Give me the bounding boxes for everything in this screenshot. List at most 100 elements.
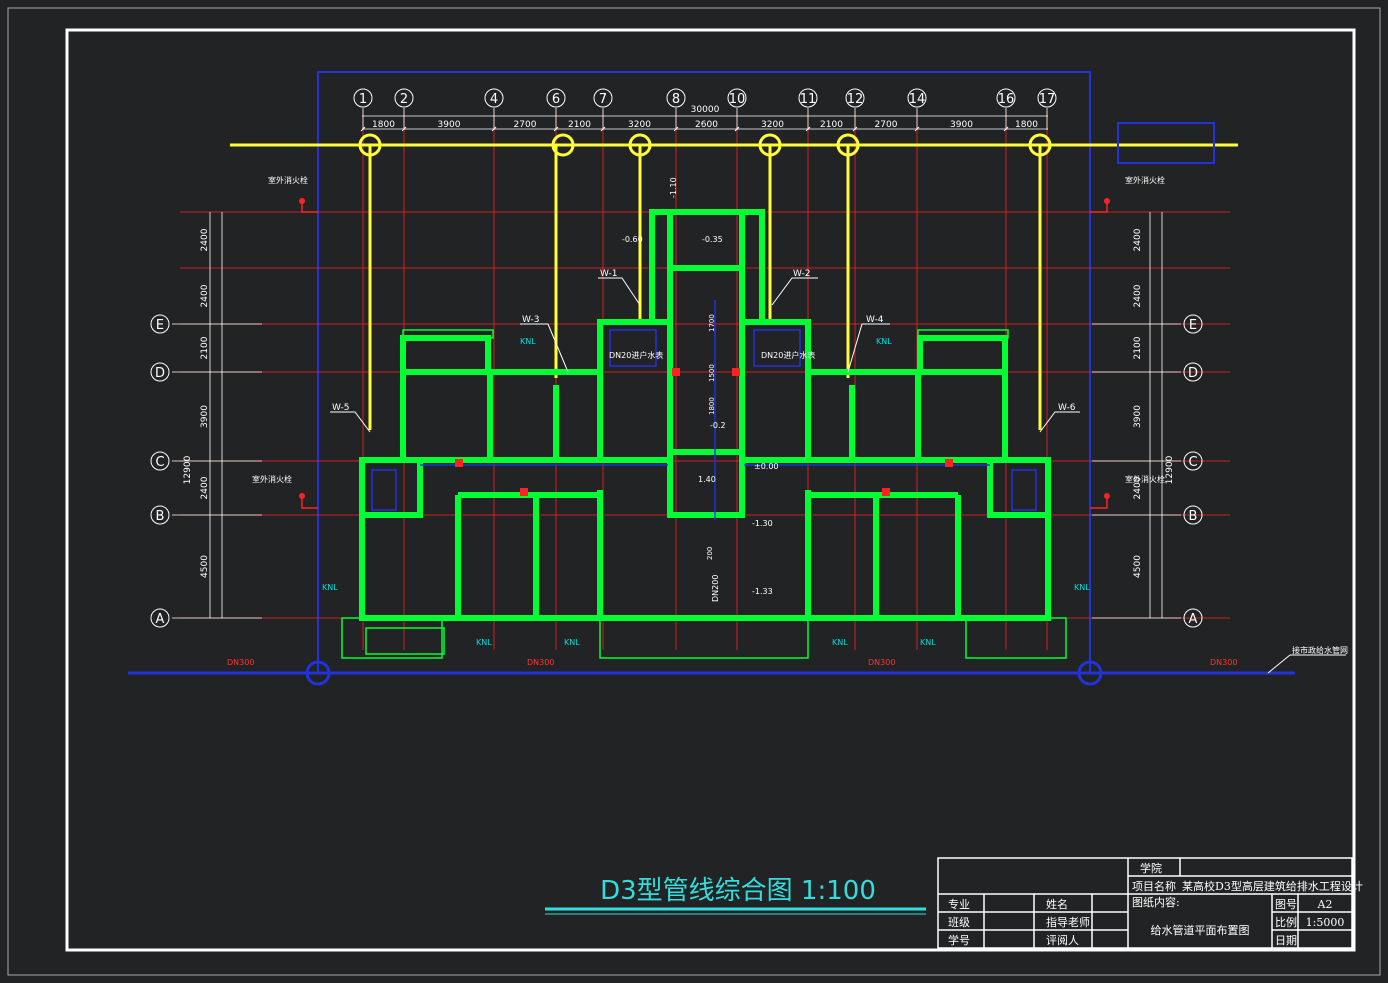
tb-date-label: 日期 [1275,934,1297,947]
dim-text-side: 2400 [1133,228,1143,251]
dim-text-top: 2100 [568,120,591,130]
interior-blue-pipes [371,300,1037,520]
dim-text-side: 2400 [1133,284,1143,307]
tb-school: 学院 [1140,861,1162,875]
dn300-label-3: DN300 [868,658,895,667]
city-pipe-label: 接市政给水管网 [1292,645,1348,655]
level-6: -1.33 [752,587,773,596]
knl-8: KNL [920,638,936,647]
dim-text-side: 3900 [1133,405,1143,428]
tb-name: 姓名 [1046,897,1068,911]
dn300-label-2: DN300 [527,658,554,667]
axis-label-top: 17 [1039,92,1056,107]
hydrant-label-3: 室外消火栓 [1125,175,1165,185]
grid-lines-horizontal [180,211,1230,619]
riser-w4: W-4 [866,315,884,325]
knl-5: KNL [476,638,492,647]
dimension-lines [209,115,1163,618]
knl-2: KNL [876,337,892,346]
axis-label-side: D [1188,366,1198,381]
axis-label-side: E [1189,318,1197,333]
dim-text-top: 3900 [438,120,461,130]
knl-3: KNL [322,583,338,592]
axis-label-side: E [156,318,164,333]
yellow-supply-pipes [230,133,1238,430]
axis-label-top: 8 [672,92,680,107]
riser-leaders [330,277,1080,433]
dn300-main [128,654,1346,686]
tb-project-value: 某高校D3型高层建筑给排水工程设计 [1182,879,1363,893]
level-2: -0.60 [622,235,643,244]
dim-text-side: 3900 [200,405,210,428]
knl-7: KNL [832,638,848,647]
axis-label-top: 16 [998,92,1015,107]
knl-6: KNL [564,638,580,647]
dn20-left: DN20进户水表 [609,350,663,360]
drawing-title: D3型管线综合图 1:100 [600,876,876,906]
axis-label-top: 4 [490,92,498,107]
tb-student-no: 学号 [948,933,970,947]
dim-text-top: 2700 [875,120,898,130]
level-9: 200 [706,547,714,560]
grid-lines-vertical [362,110,1048,650]
tb-advisor: 指导老师 [1046,915,1090,929]
dim-text-top: 3900 [950,120,973,130]
dim-text-top: 2700 [514,120,537,130]
dn300-label-4: DN300 [1210,658,1237,667]
tb-class: 班级 [948,916,970,929]
tb-reviewer: 评阅人 [1046,934,1079,947]
axis-bubbles-side: E E D D C C B B A A [150,314,1203,628]
outer-border [7,7,1381,976]
axis-label-top: 12 [847,92,864,107]
title-block-text: 学院 项目名称 某高校D3型高层建筑给排水工程设计 图纸内容: 给水管道平面布置… [948,861,1363,947]
level-4: ±0.00 [754,462,779,471]
level-1: -1.10 [669,177,678,198]
hydrant-label-4: 室外消火栓 [1125,474,1165,484]
riser-w2: W-2 [793,269,811,279]
axis-label-top: 7 [599,92,607,107]
axis-label-top: 14 [909,92,926,107]
dn300-label-1: DN300 [227,658,254,667]
axis-label-side: B [156,509,165,524]
axis-label-side: B [1189,509,1198,524]
dim-text-top: 1800 [372,120,395,130]
dn20-right: DN20进户水表 [761,350,815,360]
level-8: -0.2 [710,421,726,430]
level-3: -0.35 [702,235,723,244]
dim-text-side: 4500 [200,555,210,578]
tb-major: 专业 [948,897,970,911]
tb-content-value: 给水管道平面布置图 [1151,923,1250,937]
dim-text-top: 2100 [820,120,843,130]
dim-text-side: 4500 [1133,555,1143,578]
tb-scale-label: 比例 [1275,915,1297,929]
cad-drawing: 1 2 4 6 7 8 10 11 12 14 16 17 E ED DC CB BA A 1800 3900 27… [7,7,1381,976]
hydrant-label-1: 室外消火栓 [268,175,308,185]
axis-label-side: A [1189,612,1198,627]
level-10: 1700 [708,314,716,332]
axis-label-top: 11 [800,92,817,107]
level-5: -1.30 [752,519,773,528]
axis-label-side: C [1188,455,1197,470]
axis-label-side: A [156,612,165,627]
axis-label-side: C [155,455,164,470]
dim-text-side: 2400 [200,476,210,499]
hydrant-label-2: 室外消火栓 [252,474,292,484]
dim-text-top: 3200 [761,120,784,130]
tb-project-label: 项目名称 [1132,879,1176,893]
tb-scale: 1:5000 [1306,916,1345,929]
dim-total-side: 12900 [183,455,193,484]
sheet-frame [65,28,1356,952]
dim-text-top: 3200 [628,120,651,130]
knl-4: KNL [1074,583,1090,592]
yellow-box [1117,122,1215,164]
level-12: 1800 [708,397,716,415]
tb-drawing-no: A2 [1317,898,1333,911]
axis-label-top: 10 [729,92,746,107]
tb-drawing-no-label: 图号 [1275,898,1297,911]
riser-w3: W-3 [522,315,540,325]
dim-text-side: 2400 [200,284,210,307]
axis-label-top: 1 [359,92,367,107]
dim-text-side: 2400 [200,228,210,251]
riser-w5: W-5 [332,403,350,413]
knl-1: KNL [520,337,536,346]
